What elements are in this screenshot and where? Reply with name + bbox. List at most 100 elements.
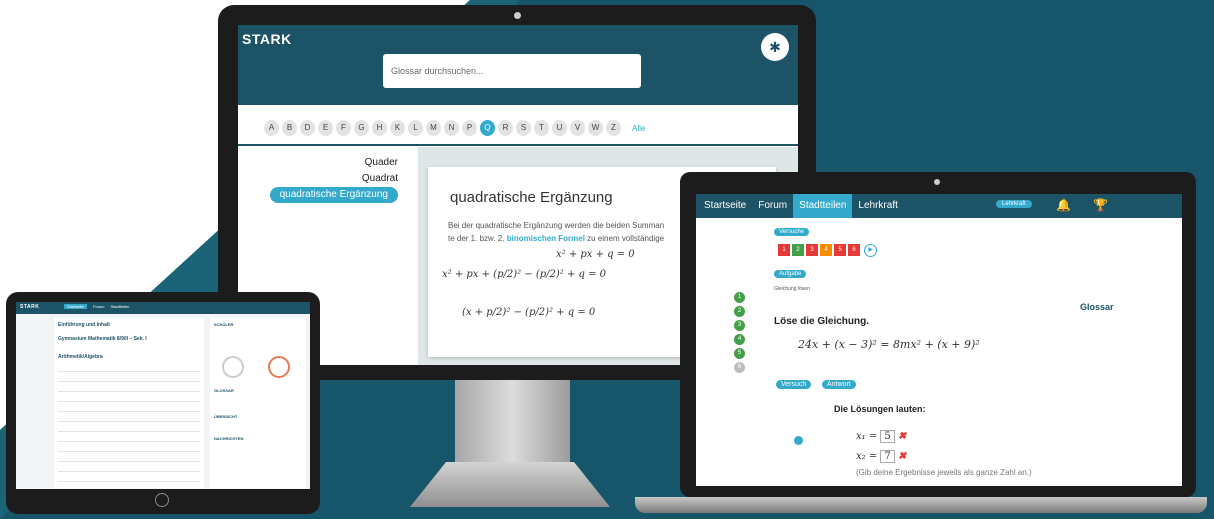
letter-d[interactable]: D — [300, 120, 315, 136]
nav-stadtteilen[interactable]: Stadtteilen — [793, 194, 853, 218]
attempt-badge[interactable]: 5 — [834, 244, 846, 256]
term-item[interactable]: Quadrat — [270, 171, 398, 187]
letter-s[interactable]: S — [516, 120, 531, 136]
glossary-search-input[interactable]: Glossar durchsuchen... — [383, 54, 641, 88]
letter-k[interactable]: K — [390, 120, 405, 136]
letter-g[interactable]: G — [354, 120, 369, 136]
nav-forum[interactable]: Forum — [752, 194, 793, 218]
equation-2: x² + px + (p/2)² − (p/2)² + q = 0 — [442, 269, 607, 280]
step-circle[interactable]: 6 — [734, 362, 745, 373]
sidebar-heading[interactable]: GLOSSAR — [214, 388, 234, 393]
answer-button[interactable]: Antwort — [822, 380, 856, 389]
letter-m[interactable]: M — [426, 120, 441, 136]
task-hint: Gleichung lösen — [774, 286, 810, 292]
step-circle[interactable]: 5 — [734, 348, 745, 359]
gear-icon[interactable]: ✱ — [761, 33, 789, 61]
equation-3: (x + p/2)² − (p/2)² + q = 0 — [462, 307, 596, 318]
play-icon[interactable]: ▶ — [864, 244, 877, 257]
divider — [238, 144, 798, 146]
solution-row-1: x₁ = 5 ✖ — [856, 430, 906, 443]
table-row[interactable] — [58, 454, 200, 462]
section-heading[interactable]: Arithmetik/Algebra — [58, 354, 103, 360]
term-item-selected[interactable]: quadratische Ergänzung — [269, 187, 398, 203]
table-row[interactable] — [58, 434, 200, 442]
trophy-icon[interactable]: 🏆 — [1093, 198, 1108, 212]
step-circle[interactable]: 1 — [734, 292, 745, 303]
equation-1: x² + px + q = 0 — [556, 249, 635, 260]
table-row[interactable] — [58, 384, 200, 392]
course-heading[interactable]: Gymnasium Mathematik 8/9/II – Sek. I — [58, 336, 147, 342]
letter-p[interactable]: P — [462, 120, 477, 136]
sidebar-heading[interactable]: ÜBERSICHT — [214, 414, 237, 419]
table-row[interactable] — [58, 404, 200, 412]
brand-logo[interactable]: STARK — [242, 31, 292, 47]
x1-input[interactable]: 5 — [880, 430, 895, 443]
letter-z[interactable]: Z — [606, 120, 621, 136]
brand-logo[interactable]: STARK — [20, 304, 39, 310]
camera-icon — [934, 179, 940, 185]
laptop-header: Startseite Forum Stadtteilen Lehrkraft L… — [696, 194, 1182, 218]
letter-t[interactable]: T — [534, 120, 549, 136]
attempt-badge[interactable]: 6 — [848, 244, 860, 256]
laptop-device: Startseite Forum Stadtteilen Lehrkraft L… — [680, 172, 1196, 497]
letter-r[interactable]: R — [498, 120, 513, 136]
letter-n[interactable]: N — [444, 120, 459, 136]
glossary-link[interactable]: Glossar — [1080, 302, 1114, 312]
letter-b[interactable]: B — [282, 120, 297, 136]
all-letters-link[interactable]: Alle — [632, 124, 645, 133]
letter-h[interactable]: H — [372, 120, 387, 136]
description-line-2b: zu einem vollständige — [584, 234, 665, 243]
table-row[interactable] — [58, 424, 200, 432]
binomial-formula-link[interactable]: binomischen Formel — [507, 234, 585, 243]
table-row[interactable] — [58, 464, 200, 472]
attempt-badge[interactable]: 4 — [820, 244, 832, 256]
letter-q-active[interactable]: Q — [480, 120, 495, 136]
term-item[interactable]: Quader — [270, 155, 398, 171]
nav-item[interactable]: Stadtteilen — [110, 304, 129, 309]
role-pill[interactable]: Lehrkraft — [996, 200, 1032, 208]
table-row[interactable] — [58, 364, 200, 372]
course-heading[interactable]: Einführung und Inhalt — [58, 322, 110, 328]
table-row[interactable] — [58, 474, 200, 482]
table-row[interactable] — [58, 394, 200, 402]
letter-l[interactable]: L — [408, 120, 423, 136]
step-circle[interactable]: 3 — [734, 320, 745, 331]
attempt-badge[interactable]: 3 — [806, 244, 818, 256]
nav-item[interactable]: Forum — [93, 304, 105, 309]
home-button[interactable] — [155, 493, 169, 507]
letter-u[interactable]: U — [552, 120, 567, 136]
step-circle[interactable]: 4 — [734, 334, 745, 345]
wrong-icon: ✖ — [897, 431, 907, 442]
table-row[interactable] — [58, 444, 200, 452]
letter-w[interactable]: W — [588, 120, 603, 136]
camera-icon — [514, 12, 521, 19]
task-title: Löse die Gleichung. — [774, 316, 870, 327]
tablet-device: STARK Startseite Forum Stadtteilen Einfü… — [6, 292, 320, 514]
step-circle[interactable]: 2 — [734, 306, 745, 317]
table-row[interactable] — [58, 414, 200, 422]
letter-v[interactable]: V — [570, 120, 585, 136]
x2-input[interactable]: 7 — [880, 450, 895, 463]
nav-startseite[interactable]: Startseite — [698, 194, 752, 218]
letter-f[interactable]: F — [336, 120, 351, 136]
alphabet-filter: A B D E F G H K L M N P Q R S T U V W Z … — [264, 117, 645, 139]
table-row[interactable] — [58, 374, 200, 382]
nav-lehrkraft[interactable]: Lehrkraft — [852, 194, 903, 218]
letter-a[interactable]: A — [264, 120, 279, 136]
nav-item[interactable]: Startseite — [64, 304, 87, 309]
attempt-badge[interactable]: 1 — [778, 244, 790, 256]
sidebar-heading[interactable]: SCHÜLER — [214, 322, 233, 327]
letter-e[interactable]: E — [318, 120, 333, 136]
x2-label: x₂ = — [856, 451, 878, 462]
wrong-icon: ✖ — [897, 451, 907, 462]
sidebar-heading[interactable]: NACHRICHTEN — [214, 436, 243, 441]
x1-label: x₁ = — [856, 431, 878, 442]
progress-ring — [268, 356, 290, 378]
bell-icon[interactable]: 🔔 — [1056, 198, 1071, 212]
tablet-nav: Startseite Forum Stadtteilen — [64, 304, 129, 309]
term-title: quadratische Ergänzung — [450, 189, 613, 206]
attempt-badge[interactable]: 2 — [792, 244, 804, 256]
attempt-button[interactable]: Versuch — [776, 380, 812, 389]
info-icon[interactable] — [794, 436, 803, 445]
tablet-screen: STARK Startseite Forum Stadtteilen Einfü… — [16, 302, 310, 489]
